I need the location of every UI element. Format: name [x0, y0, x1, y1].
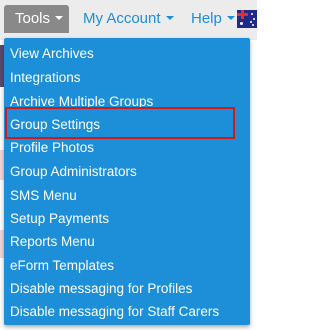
top-navbar: Tools My Account Help: [0, 0, 257, 40]
my-account-label: My Account: [83, 10, 161, 27]
chevron-down-icon: [226, 16, 235, 21]
menu-item-setup-payments[interactable]: Setup Payments: [4, 207, 250, 230]
help-label: Help: [191, 10, 222, 27]
menu-item-sms-menu[interactable]: SMS Menu: [4, 184, 250, 207]
tools-menu-button[interactable]: Tools: [4, 5, 69, 33]
highlight-annotation-box: [5, 107, 235, 139]
chevron-down-icon: [55, 16, 64, 21]
menu-item-group-administrators[interactable]: Group Administrators: [4, 160, 250, 183]
menu-item-integrations[interactable]: Integrations: [4, 66, 250, 89]
chevron-down-icon: [165, 16, 174, 21]
menu-item-disable-messaging-profiles[interactable]: Disable messaging for Profiles: [4, 277, 250, 300]
menu-item-view-archives[interactable]: View Archives: [4, 42, 250, 65]
menu-item-reports-menu[interactable]: Reports Menu: [4, 230, 250, 253]
menu-item-eform-templates[interactable]: eForm Templates: [4, 254, 250, 277]
australia-flag-icon[interactable]: [237, 10, 257, 28]
tools-label: Tools: [15, 10, 51, 27]
tools-dropdown-menu: View Archives Integrations Archive Multi…: [4, 38, 250, 325]
my-account-menu-button[interactable]: My Account: [83, 5, 174, 33]
menu-item-profile-photos[interactable]: Profile Photos: [4, 136, 250, 159]
menu-item-disable-messaging-staff-carers[interactable]: Disable messaging for Staff Carers: [4, 300, 250, 323]
help-menu-button[interactable]: Help: [191, 5, 235, 33]
